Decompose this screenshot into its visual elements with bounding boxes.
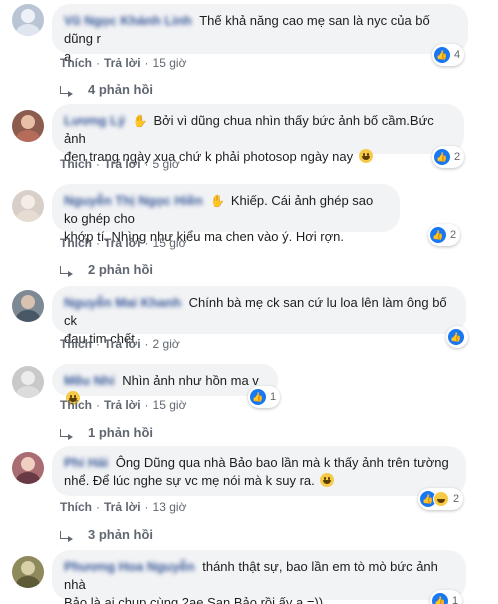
comment-bubble: Phương Hoa Nguyễn thánh thật sự, bao lần…	[52, 550, 466, 604]
replies-count: 2 phản hồi	[88, 262, 153, 277]
comment-bubble: Phi Hải Ông Dũng qua nhà Bảo bao lần mà …	[52, 446, 466, 496]
grin-emoji-icon	[320, 473, 335, 487]
avatar[interactable]	[12, 366, 44, 398]
timestamp[interactable]: 5 giờ	[153, 157, 180, 171]
reply-arrow-icon	[60, 265, 73, 277]
reply-link[interactable]: Trả lời	[104, 236, 141, 250]
separator: ·	[144, 56, 149, 70]
view-replies-button[interactable]: 1 phản hồi	[60, 425, 153, 440]
wave-hand-icon: ✋	[132, 114, 148, 128]
like-link[interactable]: Thích	[60, 56, 92, 70]
like-icon: 👍	[432, 593, 448, 604]
separator: ·	[144, 157, 149, 171]
replies-count: 4 phản hồi	[88, 82, 153, 97]
comment-actions: Thích · Trả lời · 15 giờ	[60, 236, 186, 250]
comment-text-line2: Bảo là ai chụp cùng 2ae San Bảo rồi ấy a…	[64, 595, 324, 604]
comment-bubble: Lương Lý ✋ Bởi vì dũng chua nhìn thấy bứ…	[52, 104, 464, 164]
timestamp[interactable]: 15 giờ	[153, 56, 187, 70]
comment-author[interactable]: Phương Hoa Nguyễn	[64, 559, 195, 574]
like-icon: 👍	[434, 47, 450, 63]
comment-actions: Thích · Trả lời · 15 giờ	[60, 56, 186, 70]
separator: ·	[144, 398, 149, 412]
timestamp[interactable]: 2 giờ	[153, 337, 180, 351]
comment-author[interactable]: Nguyễn Thị Ngọc Hiền	[64, 193, 203, 208]
reaction-summary[interactable]: 👍 2	[418, 488, 464, 510]
reaction-count: 4	[454, 49, 461, 61]
avatar[interactable]	[12, 452, 44, 484]
avatar[interactable]	[12, 556, 44, 588]
comment-bubble: Nguyễn Mai Khanh Chính bà mẹ ck san cứ l…	[52, 286, 466, 346]
reply-link[interactable]: Trả lời	[104, 56, 141, 70]
wave-hand-icon: ✋	[210, 194, 226, 208]
reaction-summary[interactable]: 👍 1	[430, 590, 463, 604]
separator: ·	[96, 56, 100, 70]
comment-text: Nhìn ảnh như hồn ma v	[122, 373, 259, 388]
like-link[interactable]: Thích	[60, 236, 92, 250]
avatar[interactable]	[12, 190, 44, 222]
separator: ·	[144, 500, 149, 514]
reaction-summary[interactable]: 👍 1	[248, 386, 281, 408]
reaction-count: 2	[453, 493, 460, 505]
comment-bubble: Vũ Ngọc Khánh Linh Thế khả năng cao mẹ s…	[52, 4, 468, 64]
reply-link[interactable]: Trả lời	[104, 157, 141, 171]
comment-actions: Thích · Trả lời · 5 giờ	[60, 157, 180, 171]
like-link[interactable]: Thích	[60, 398, 92, 412]
like-icon: 👍	[430, 227, 446, 243]
like-icon: 👍	[448, 329, 464, 345]
comment-bubble: Mều Nhi Nhìn ảnh như hồn ma v	[52, 364, 278, 405]
like-icon: 👍	[434, 149, 450, 165]
like-link[interactable]: Thích	[60, 337, 92, 351]
reply-arrow-icon	[60, 85, 73, 97]
separator: ·	[96, 157, 100, 171]
timestamp[interactable]: 15 giờ	[153, 236, 187, 250]
reaction-summary[interactable]: 👍 4	[432, 44, 465, 66]
separator: ·	[144, 337, 149, 351]
separator: ·	[96, 500, 100, 514]
like-link[interactable]: Thích	[60, 157, 92, 171]
view-replies-button[interactable]: 4 phản hồi	[60, 82, 153, 97]
separator: ·	[96, 398, 100, 412]
comment-actions: Thích · Trả lời · 15 giờ	[60, 398, 186, 412]
replies-count: 1 phản hồi	[88, 425, 153, 440]
timestamp[interactable]: 15 giờ	[153, 398, 187, 412]
comment-text: Ông Dũng qua nhà Bảo bao lần mà k thấy ả…	[115, 455, 449, 470]
comment-text-line2: nhể. Để lúc nghe sự vc mẹ nói mà k suy r…	[64, 473, 315, 488]
separator: ·	[96, 236, 100, 250]
avatar[interactable]	[12, 110, 44, 142]
avatar[interactable]	[12, 4, 44, 36]
reaction-summary[interactable]: 👍 2	[428, 224, 461, 246]
like-icon: 👍	[250, 389, 266, 405]
separator: ·	[144, 236, 149, 250]
comment-author[interactable]: Nguyễn Mai Khanh	[64, 295, 181, 310]
comment-bubble: Nguyễn Thị Ngọc Hiền ✋ Khiếp. Cái ảnh gh…	[52, 184, 400, 244]
reaction-count: 2	[450, 229, 457, 241]
smile-emoji-icon	[358, 149, 373, 163]
reply-arrow-icon	[60, 530, 73, 542]
view-replies-button[interactable]: 3 phản hồi	[60, 527, 153, 542]
reaction-count: 2	[454, 151, 461, 163]
separator: ·	[96, 337, 100, 351]
haha-icon	[433, 491, 449, 507]
reply-link[interactable]: Trả lời	[104, 500, 141, 514]
reaction-summary[interactable]: 👍	[446, 326, 468, 348]
comment-actions: Thích · Trả lời · 13 giờ	[60, 500, 186, 514]
timestamp[interactable]: 13 giờ	[153, 500, 187, 514]
comment-author[interactable]: Vũ Ngọc Khánh Linh	[64, 13, 192, 28]
view-replies-button[interactable]: 2 phản hồi	[60, 262, 153, 277]
reply-arrow-icon	[60, 428, 73, 440]
comment-actions: Thích · Trả lời · 2 giờ	[60, 337, 180, 351]
replies-count: 3 phản hồi	[88, 527, 153, 542]
reply-link[interactable]: Trả lời	[104, 398, 141, 412]
comment-author[interactable]: Phi Hải	[64, 455, 108, 470]
reaction-summary[interactable]: 👍 2	[432, 146, 465, 168]
reply-link[interactable]: Trả lời	[104, 337, 141, 351]
comment-author[interactable]: Mều Nhi	[64, 373, 115, 388]
like-link[interactable]: Thích	[60, 500, 92, 514]
avatar[interactable]	[12, 290, 44, 322]
comment-author[interactable]: Lương Lý	[64, 113, 125, 128]
reaction-count: 1	[270, 391, 277, 403]
reaction-count: 1	[452, 595, 459, 604]
